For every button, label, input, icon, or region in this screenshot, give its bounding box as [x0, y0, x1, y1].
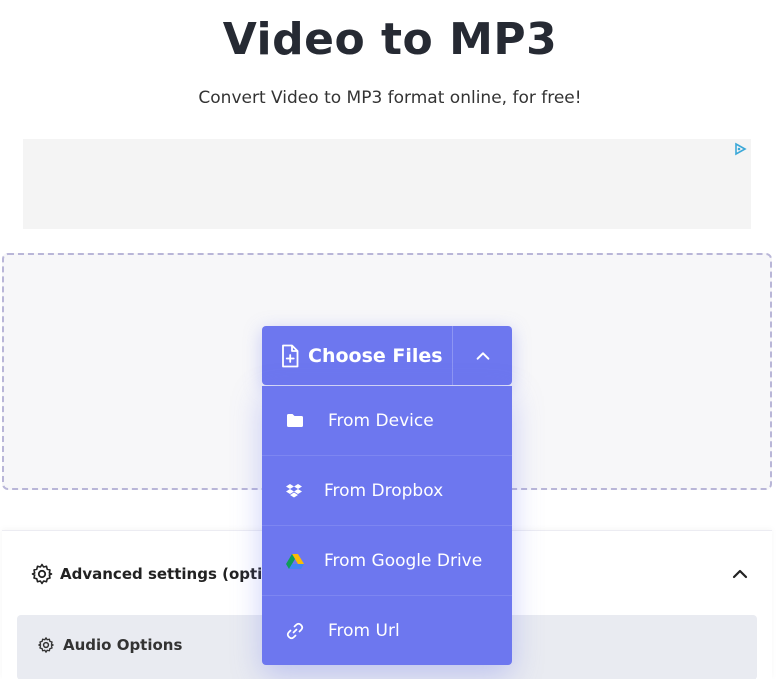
choose-files-dropdown-toggle[interactable] — [452, 326, 512, 385]
menu-item-label: From Device — [328, 410, 434, 431]
gear-icon — [38, 637, 54, 653]
folder-icon — [287, 414, 303, 427]
audio-options-label: Audio Options — [63, 636, 183, 654]
menu-item-from-device[interactable]: From Device — [262, 386, 512, 456]
menu-item-label: From Dropbox — [324, 480, 444, 501]
menu-item-from-dropbox[interactable]: From Dropbox — [262, 456, 512, 526]
choose-files-label: Choose Files — [308, 344, 443, 367]
adchoices-icon[interactable] — [733, 142, 747, 156]
page-title: Video to MP3 — [222, 14, 558, 65]
gear-icon — [31, 563, 53, 585]
menu-item-label: From Google Drive — [324, 550, 483, 571]
menu-item-label: From Url — [328, 621, 400, 641]
choose-files-button-group: Choose Files — [262, 326, 512, 385]
ad-banner[interactable] — [23, 139, 751, 229]
upload-source-menu: From Device From Dropbox From Google Dri… — [262, 386, 512, 665]
file-add-icon — [282, 344, 299, 367]
page-subtitle: Convert Video to MP3 format online, for … — [198, 88, 582, 108]
choose-files-button[interactable]: Choose Files — [262, 326, 452, 385]
link-icon — [286, 622, 304, 640]
dropbox-icon — [286, 483, 302, 497]
menu-item-from-url[interactable]: From Url — [262, 596, 512, 666]
chevron-up-icon[interactable] — [730, 564, 750, 584]
google-drive-icon — [286, 553, 304, 569]
audio-options-header[interactable]: Audio Options — [37, 636, 182, 654]
menu-item-from-google-drive[interactable]: From Google Drive — [262, 526, 512, 596]
chevron-up-icon — [476, 351, 489, 360]
